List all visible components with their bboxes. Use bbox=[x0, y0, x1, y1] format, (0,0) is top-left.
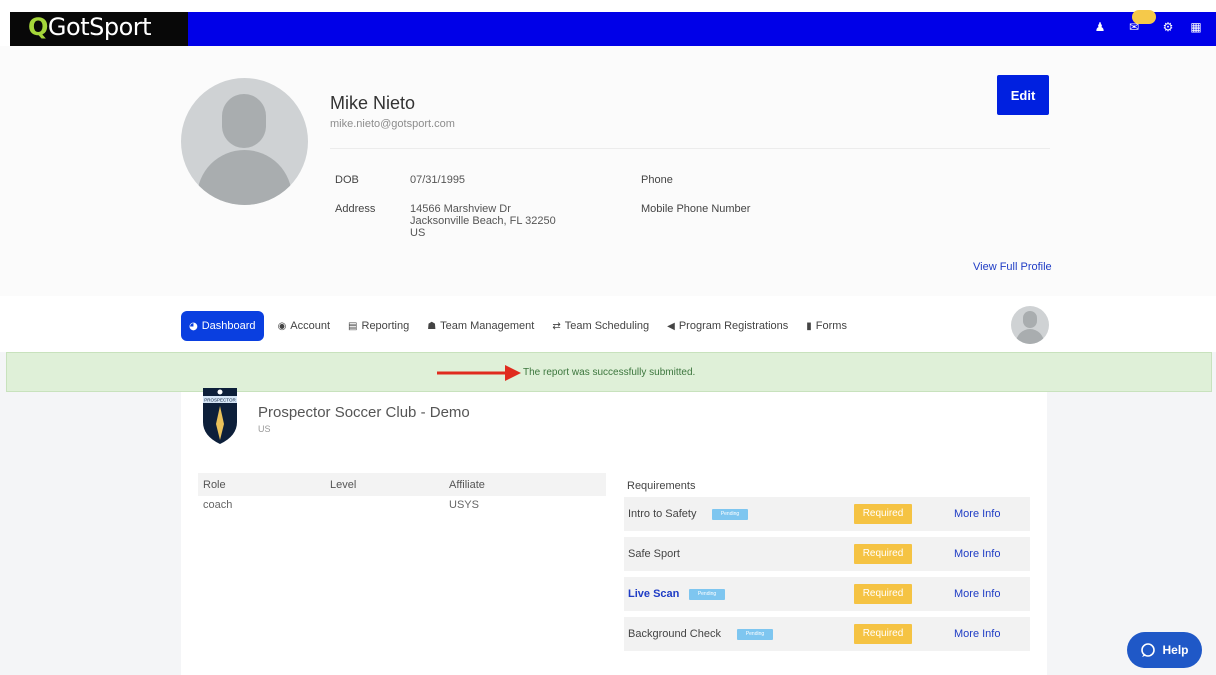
more-info-link[interactable]: More Info bbox=[954, 628, 1000, 640]
account-icon: ◉ bbox=[277, 320, 287, 332]
team-icon: ☗ bbox=[427, 320, 437, 332]
svg-text:PROSPECTOR: PROSPECTOR bbox=[204, 398, 236, 403]
tab-reporting[interactable]: ▤ Reporting bbox=[348, 313, 409, 339]
tab-team-management[interactable]: ☗ Team Management bbox=[427, 313, 534, 339]
table-row: coach USYS bbox=[198, 496, 606, 516]
more-info-link[interactable]: More Info bbox=[954, 548, 1000, 560]
mail-badge bbox=[1132, 10, 1156, 24]
gear-icon[interactable]: ⚙ bbox=[1154, 20, 1182, 34]
help-label: Help bbox=[1162, 643, 1189, 657]
nav-items: ◕ Dashboard ◉ Account ▤ Reporting ☗ Team… bbox=[181, 311, 865, 341]
requirement-row: Background Check Pending Required More I… bbox=[624, 617, 1030, 651]
requirement-row: Intro to Safety Pending Required More In… bbox=[624, 497, 1030, 531]
dob-label: DOB bbox=[335, 174, 359, 186]
required-badge: Required bbox=[854, 624, 912, 644]
address-line2: Jacksonville Beach, FL 32250 bbox=[410, 215, 556, 227]
top-icons: ♟ ✉ ⚙ ▦ bbox=[1086, 10, 1210, 38]
pending-badge: Pending bbox=[737, 629, 773, 640]
view-full-profile-link[interactable]: View Full Profile bbox=[973, 261, 1052, 273]
pending-badge: Pending bbox=[712, 509, 748, 520]
role-cell: coach bbox=[203, 499, 233, 511]
column-header: Affiliate bbox=[449, 479, 485, 491]
dob-value: 07/31/1995 bbox=[410, 174, 466, 186]
more-info-link[interactable]: More Info bbox=[954, 508, 1000, 520]
gotsport-logo[interactable]: QGotSport bbox=[10, 12, 188, 46]
tab-account[interactable]: ◉ Account bbox=[278, 313, 330, 339]
requirement-row: Live Scan Pending Required More Info bbox=[624, 577, 1030, 611]
requirements-title: Requirements bbox=[627, 480, 696, 492]
address-line1: 14566 Marshview Dr bbox=[410, 203, 511, 215]
forms-icon: ▮ bbox=[806, 320, 812, 332]
club-country: US bbox=[258, 424, 271, 434]
tab-dashboard[interactable]: ◕ Dashboard bbox=[181, 311, 264, 341]
success-alert: The report was successfully submitted. bbox=[6, 352, 1212, 392]
role-table: Role Level Affiliate coach USYS bbox=[198, 473, 606, 516]
role-table-header: Role Level Affiliate bbox=[198, 473, 606, 496]
alert-message: The report was successfully submitted. bbox=[523, 367, 696, 378]
profile-card: Mike Nieto mike.nieto@gotsport.com DOB 0… bbox=[0, 46, 1216, 296]
divider bbox=[330, 148, 1050, 149]
tab-label: Team Management bbox=[440, 320, 535, 332]
tab-label: Program Registrations bbox=[678, 320, 789, 332]
address-line3: US bbox=[410, 227, 426, 239]
dashboard-icon: ◕ bbox=[189, 320, 198, 332]
tab-label: Forms bbox=[815, 320, 847, 332]
arrow-right-icon bbox=[437, 365, 521, 381]
requirement-name-link[interactable]: Live Scan bbox=[628, 588, 679, 600]
tab-program-registrations[interactable]: ◀ Program Registrations bbox=[667, 313, 788, 339]
requirement-name: Intro to Safety bbox=[628, 508, 697, 520]
tab-forms[interactable]: ▮ Forms bbox=[806, 313, 847, 339]
required-badge: Required bbox=[854, 544, 912, 564]
requirement-name: Safe Sport bbox=[628, 548, 680, 560]
requirement-name: Background Check bbox=[628, 628, 721, 640]
profile-email: mike.nieto@gotsport.com bbox=[330, 118, 455, 130]
user-avatar[interactable] bbox=[1011, 306, 1049, 344]
profile-name: Mike Nieto bbox=[330, 93, 416, 113]
help-button[interactable]: Help bbox=[1127, 632, 1202, 668]
tab-label: Account bbox=[290, 320, 331, 332]
mobile-label: Mobile Phone Number bbox=[641, 203, 751, 215]
tab-label: Team Scheduling bbox=[564, 320, 650, 332]
send-icon: ◀ bbox=[667, 320, 675, 332]
affiliate-cell: USYS bbox=[449, 499, 479, 511]
pending-badge: Pending bbox=[689, 589, 725, 600]
required-badge: Required bbox=[854, 504, 912, 524]
column-header: Level bbox=[330, 479, 357, 491]
edit-button[interactable]: Edit bbox=[997, 75, 1049, 115]
reporting-icon: ▤ bbox=[348, 320, 358, 332]
required-badge: Required bbox=[854, 584, 912, 604]
club-logo: PROSPECTOR bbox=[203, 388, 237, 444]
tab-label: Reporting bbox=[361, 320, 410, 332]
column-header: Role bbox=[203, 479, 226, 491]
avatar bbox=[181, 78, 308, 205]
mail-icon[interactable]: ✉ bbox=[1114, 10, 1156, 34]
more-info-link[interactable]: More Info bbox=[954, 588, 1000, 600]
grid-icon[interactable]: ▦ bbox=[1182, 20, 1210, 34]
user-icon[interactable]: ♟ bbox=[1086, 20, 1114, 34]
tab-team-scheduling[interactable]: ⇄ Team Scheduling bbox=[552, 313, 649, 339]
address-label: Address bbox=[335, 203, 376, 215]
phone-label: Phone bbox=[641, 174, 673, 186]
main-nav: ◕ Dashboard ◉ Account ▤ Reporting ☗ Team… bbox=[0, 296, 1216, 352]
top-bar-background bbox=[188, 12, 1216, 46]
scheduling-icon: ⇄ bbox=[552, 320, 561, 332]
chat-bubble-icon bbox=[1141, 643, 1156, 657]
requirement-row: Safe Sport Required More Info bbox=[624, 537, 1030, 571]
top-bar: QGotSport ♟ ✉ ⚙ ▦ bbox=[0, 0, 1216, 46]
tab-label: Dashboard bbox=[201, 320, 256, 332]
club-name: Prospector Soccer Club - Demo bbox=[258, 404, 470, 421]
